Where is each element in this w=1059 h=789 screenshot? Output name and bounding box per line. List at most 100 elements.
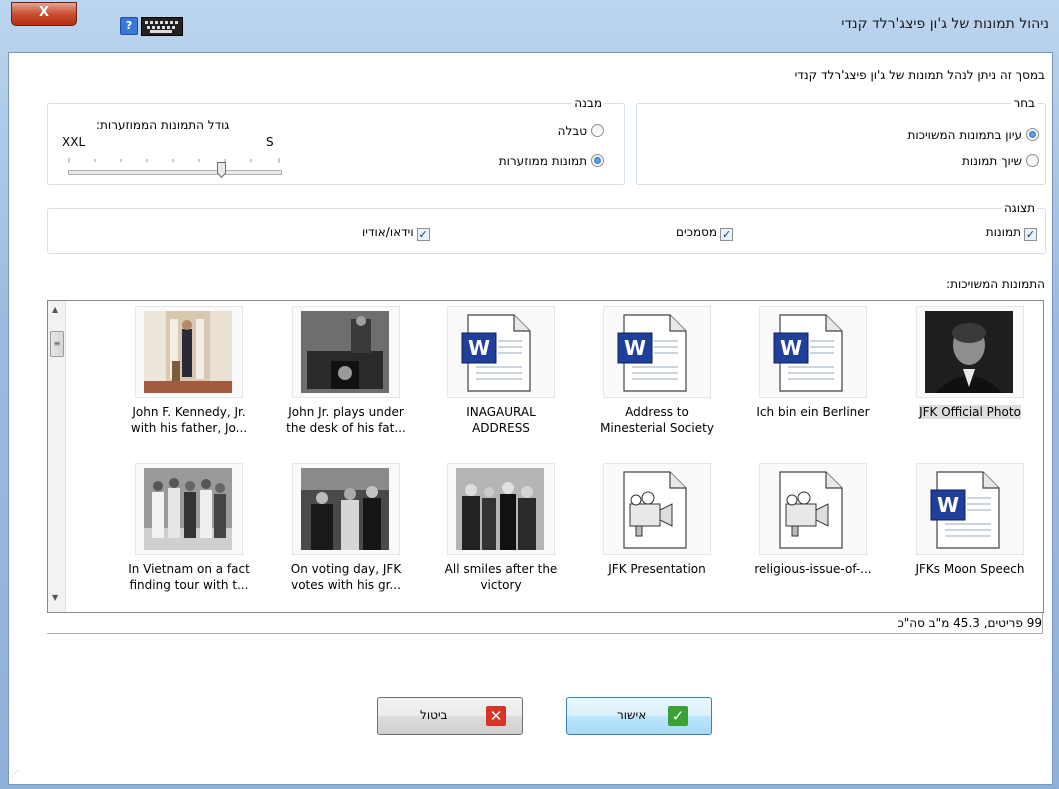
choose-group: בחר עיון בתמונות המשויכות שיוך תמונות: [636, 96, 1046, 185]
list-item[interactable]: JFK Official Photo: [895, 306, 1043, 420]
checkbox[interactable]: ✓: [1024, 228, 1037, 241]
structure-group: מבנה טבלה תמונות ממוזערות גודל התמונות ה…: [47, 96, 625, 185]
radio-dot[interactable]: [1026, 128, 1039, 141]
list-item[interactable]: W Address to Minesterial Society: [582, 306, 732, 436]
check-documents[interactable]: ✓מסמכים: [676, 225, 734, 241]
help-icon[interactable]: ?: [120, 17, 138, 35]
item-caption: On voting day, JFK votes with his gr...: [271, 561, 421, 593]
display-legend: תצוגה: [1001, 201, 1037, 215]
window-title: ניהול תמונות של ג'ון פיצג'רלד קנדי: [841, 16, 1049, 32]
intro-text: במסך זה ניתן לנהל תמונות של ג'ון פיצג'רל…: [794, 68, 1045, 82]
close-icon: ✕: [486, 706, 506, 726]
svg-text:W: W: [468, 336, 490, 360]
checkbox[interactable]: ✓: [720, 228, 734, 241]
vertical-scrollbar[interactable]: ▲ ≡ ▼: [48, 301, 66, 612]
check-video-audio[interactable]: ✓וידאו/אודיו: [362, 225, 430, 241]
radio-label: תמונות ממוזערות: [498, 154, 587, 168]
thumb-size-label: גודל התמונות הממוזערות:: [96, 118, 230, 132]
check-label: וידאו/אודיו: [362, 225, 414, 239]
photo-thumbnail: [292, 463, 400, 555]
slider-thumb[interactable]: [216, 162, 226, 179]
caption-line-1: Address to: [625, 405, 689, 419]
video-file-icon: [759, 463, 867, 555]
scroll-up-icon[interactable]: ▲: [52, 305, 58, 314]
list-item[interactable]: John Jr. plays under the desk of his fat.…: [271, 306, 421, 436]
check-images[interactable]: ✓תמונות: [986, 225, 1037, 241]
svg-text:W: W: [624, 336, 646, 360]
list-item[interactable]: W INAGAURAL ADDRESS: [426, 306, 576, 436]
svg-text:W: W: [780, 336, 802, 360]
caption-line-2: votes with his gr...: [291, 578, 401, 592]
item-caption: John F. Kennedy, Jr. with his father, Jo.…: [114, 404, 264, 436]
list-item[interactable]: John F. Kennedy, Jr. with his father, Jo.…: [114, 306, 264, 436]
status-text: 99 פריטים, 45.3 מ"ב סה"כ: [897, 616, 1042, 630]
check-label: מסמכים: [676, 225, 718, 239]
photo-thumbnail: [447, 463, 555, 555]
caption-line-2: victory: [480, 578, 522, 592]
radio-table[interactable]: טבלה: [558, 124, 604, 138]
caption-line-1: INAGAURAL: [466, 405, 536, 419]
radio-associate-images[interactable]: שיוך תמונות: [962, 154, 1039, 168]
word-document-icon: W: [916, 463, 1024, 555]
caption-line-1: JFKs Moon Speech: [915, 562, 1025, 576]
scroll-thumb[interactable]: ≡: [50, 331, 64, 357]
radio-dot[interactable]: [591, 154, 604, 167]
ok-button[interactable]: ✓ אישור: [566, 697, 712, 735]
scroll-down-icon[interactable]: ▼: [52, 593, 58, 602]
list-item[interactable]: All smiles after the victory: [426, 463, 576, 593]
radio-dot[interactable]: [591, 124, 604, 137]
word-document-icon: W: [447, 306, 555, 398]
caption-line-1: religious-issue-of-...: [754, 562, 872, 576]
list-item[interactable]: In Vietnam on a fact finding tour with t.…: [114, 463, 264, 593]
item-caption: JFK Official Photo: [895, 404, 1043, 420]
item-caption: Address to Minesterial Society: [582, 404, 732, 436]
caption-line-1: Ich bin ein Berliner: [756, 405, 870, 419]
radio-dot[interactable]: [1026, 154, 1039, 167]
display-group: תצוגה ✓תמונות ✓מסמכים ✓וידאו/אודיו: [47, 201, 1046, 254]
resize-grip-icon[interactable]: ⋰: [11, 769, 19, 778]
radio-browse-associated[interactable]: עיון בתמונות המשויכות: [907, 128, 1039, 142]
radio-label: טבלה: [557, 124, 587, 138]
item-caption: All smiles after the victory: [426, 561, 576, 593]
caption-line-2: with his father, Jo...: [130, 421, 248, 435]
list-item[interactable]: religious-issue-of-...: [738, 463, 888, 577]
caption-line-1: JFK Presentation: [608, 562, 706, 576]
slider-min-label: S: [266, 135, 274, 149]
svg-text:W: W: [937, 493, 959, 517]
photo-thumbnail: [135, 306, 243, 398]
list-item[interactable]: W Ich bin ein Berliner: [738, 306, 888, 420]
cancel-button[interactable]: ✕ ביטול: [377, 697, 523, 735]
list-item[interactable]: JFK Presentation: [582, 463, 732, 577]
keyboard-icon[interactable]: [141, 17, 183, 36]
list-item[interactable]: W JFKs Moon Speech: [895, 463, 1043, 577]
app-window: X ? ניהול תמונות של ג'ון פיצג'רלד קנדי ב…: [0, 0, 1059, 789]
cancel-label: ביטול: [420, 708, 448, 722]
radio-thumbnails[interactable]: תמונות ממוזערות: [499, 154, 604, 168]
word-document-icon: W: [603, 306, 711, 398]
video-file-icon: [603, 463, 711, 555]
slider-track[interactable]: [68, 170, 282, 175]
structure-legend: מבנה: [572, 96, 604, 110]
close-button[interactable]: X: [11, 2, 77, 26]
caption-line-1: In Vietnam on a fact: [128, 562, 250, 576]
item-caption: Ich bin ein Berliner: [738, 404, 888, 420]
ok-label: אישור: [617, 708, 647, 722]
list-label: התמונות המשויכות:: [946, 277, 1045, 291]
item-caption: INAGAURAL ADDRESS: [426, 404, 576, 436]
item-caption: JFKs Moon Speech: [895, 561, 1043, 577]
check-label: תמונות: [985, 225, 1021, 239]
photo-thumbnail: [292, 306, 400, 398]
list-item[interactable]: On voting day, JFK votes with his gr...: [271, 463, 421, 593]
slider-max-label: XXL: [62, 135, 86, 149]
caption-line-2: the desk of his fat...: [286, 421, 406, 435]
dialog-body: במסך זה ניתן לנהל תמונות של ג'ון פיצג'רל…: [8, 52, 1053, 785]
checkbox[interactable]: ✓: [416, 228, 430, 241]
slider-ticks: [68, 153, 280, 163]
item-caption: JFK Presentation: [582, 561, 732, 577]
radio-label: עיון בתמונות המשויכות: [907, 128, 1022, 142]
choose-legend: בחר: [1011, 96, 1037, 110]
title-bar[interactable]: X ? ניהול תמונות של ג'ון פיצג'רלד קנדי: [0, 0, 1059, 52]
associated-items-list[interactable]: ▲ ≡ ▼ JFK Official Photo W Ich bin ein Ber…: [47, 300, 1044, 613]
status-bar: 99 פריטים, 45.3 מ"ב סה"כ: [47, 613, 1043, 634]
caption-line-1: John F. Kennedy, Jr.: [132, 405, 246, 419]
